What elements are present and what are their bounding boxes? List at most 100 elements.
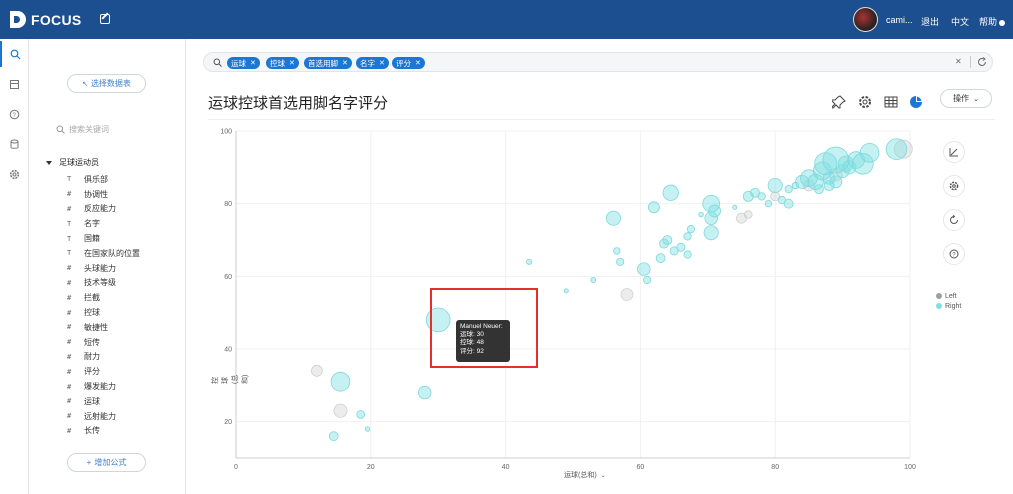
- data-point[interactable]: [683, 232, 692, 241]
- filter-chip[interactable]: 控球 ✕: [266, 57, 299, 69]
- app-logo[interactable]: FOCUS: [10, 11, 82, 28]
- data-point[interactable]: [418, 385, 432, 400]
- field-item[interactable]: # 拦截: [67, 290, 140, 305]
- filter-chip[interactable]: 评分 ✕: [392, 57, 425, 69]
- database-nav-button[interactable]: [0, 131, 29, 157]
- help-link[interactable]: 帮助: [979, 15, 1006, 28]
- filter-chip[interactable]: 名字 ✕: [356, 57, 389, 69]
- data-point[interactable]: [613, 247, 621, 255]
- data-point[interactable]: [757, 192, 766, 201]
- chip-remove-icon[interactable]: ✕: [379, 59, 385, 67]
- data-point[interactable]: [683, 250, 692, 259]
- data-point[interactable]: [814, 184, 824, 195]
- data-point[interactable]: [676, 242, 686, 252]
- field-item[interactable]: T 名字: [67, 216, 140, 231]
- pin-icon[interactable]: [832, 95, 846, 109]
- data-point[interactable]: [605, 210, 621, 226]
- data-point[interactable]: [647, 201, 660, 214]
- field-item[interactable]: # 短传: [67, 335, 140, 350]
- data-point[interactable]: [698, 211, 704, 218]
- data-point[interactable]: [703, 225, 719, 241]
- data-point[interactable]: [702, 194, 720, 213]
- field-item[interactable]: # 技术等级: [67, 276, 140, 291]
- data-point[interactable]: [620, 288, 634, 301]
- language-switch[interactable]: 中文: [951, 15, 969, 28]
- username[interactable]: cami...: [886, 15, 913, 25]
- y-axis-label[interactable]: 控球(总和): [210, 324, 249, 384]
- legend-item-right[interactable]: Right: [936, 301, 961, 311]
- gear-icon[interactable]: [858, 95, 872, 109]
- field-item[interactable]: # 运球: [67, 394, 140, 409]
- chart-settings-button[interactable]: [943, 175, 965, 197]
- data-point[interactable]: [616, 257, 625, 266]
- data-point[interactable]: [767, 178, 783, 194]
- data-point[interactable]: [637, 262, 651, 276]
- data-point[interactable]: [310, 364, 323, 377]
- select-table-button[interactable]: ↖ 选择数据表: [67, 74, 146, 93]
- table-icon[interactable]: [884, 95, 898, 109]
- data-point[interactable]: [590, 276, 597, 283]
- field-item[interactable]: # 爆发能力: [67, 379, 140, 394]
- field-item[interactable]: # 敏捷性: [67, 320, 140, 335]
- operate-dropdown[interactable]: 操作 ⌄: [940, 89, 992, 108]
- data-point[interactable]: [655, 253, 666, 264]
- table-tree-root[interactable]: 足球运动员: [46, 157, 99, 168]
- board-nav-button[interactable]: [0, 71, 29, 97]
- field-item[interactable]: # 远射能力: [67, 409, 140, 424]
- field-item[interactable]: # 长传: [67, 424, 140, 439]
- field-item[interactable]: T 在国家队的位置: [67, 246, 140, 261]
- data-point[interactable]: [732, 204, 738, 210]
- data-point[interactable]: [364, 426, 371, 432]
- data-point[interactable]: [356, 410, 365, 419]
- data-point[interactable]: [333, 403, 348, 418]
- field-item[interactable]: # 头球能力: [67, 261, 140, 276]
- data-point[interactable]: [764, 199, 773, 208]
- x-axis-label[interactable]: 运球(总和) ⌄: [564, 470, 606, 480]
- data-point[interactable]: [784, 185, 793, 194]
- search-bar[interactable]: 运球 ✕ 控球 ✕ 首选用脚 ✕ 名字 ✕ 评分 ✕ ✕: [203, 52, 993, 72]
- data-point[interactable]: [686, 225, 696, 234]
- field-item[interactable]: T 国籍: [67, 231, 140, 246]
- data-point[interactable]: [829, 175, 843, 189]
- field-search-input[interactable]: 搜索关键词: [56, 124, 109, 135]
- reset-button[interactable]: [943, 209, 965, 231]
- field-item[interactable]: T 俱乐部: [67, 172, 140, 187]
- field-item[interactable]: # 控球: [67, 305, 140, 320]
- edit-icon[interactable]: [100, 14, 110, 24]
- avatar[interactable]: [853, 7, 878, 32]
- data-point[interactable]: [330, 371, 351, 392]
- data-point[interactable]: [526, 258, 533, 265]
- chip-remove-icon[interactable]: ✕: [250, 59, 256, 67]
- add-formula-button[interactable]: + 增加公式: [67, 453, 146, 472]
- data-point[interactable]: [662, 184, 679, 201]
- pie-chart-icon[interactable]: [909, 95, 923, 109]
- data-point[interactable]: [662, 235, 673, 245]
- scatter-chart[interactable]: 0 20 40 60 80 100 20 40 60 80 100: [186, 124, 931, 484]
- field-item[interactable]: # 协调性: [67, 187, 140, 202]
- chip-remove-icon[interactable]: ✕: [342, 59, 348, 67]
- data-point[interactable]: [643, 275, 652, 285]
- data-point[interactable]: [328, 431, 339, 442]
- data-point[interactable]: [859, 142, 880, 163]
- filter-chip[interactable]: 运球 ✕: [227, 57, 260, 69]
- data-point[interactable]: [822, 146, 850, 174]
- chip-remove-icon[interactable]: ✕: [415, 59, 421, 67]
- data-point[interactable]: [563, 288, 569, 294]
- refresh-icon[interactable]: [977, 57, 987, 67]
- axis-tool-button[interactable]: [943, 141, 965, 163]
- data-point[interactable]: [885, 138, 908, 160]
- help-button[interactable]: ?: [943, 243, 965, 265]
- field-item[interactable]: # 评分: [67, 364, 140, 379]
- search-nav-button[interactable]: [0, 41, 29, 67]
- field-item[interactable]: # 耐力: [67, 350, 140, 365]
- question-nav-button[interactable]: ?: [0, 101, 29, 127]
- legend-item-left[interactable]: Left: [936, 291, 961, 301]
- chip-remove-icon[interactable]: ✕: [289, 59, 295, 67]
- data-point[interactable]: [783, 198, 794, 209]
- filter-chip[interactable]: 首选用脚 ✕: [304, 57, 352, 69]
- field-item[interactable]: # 反应能力: [67, 202, 140, 217]
- clear-search-icon[interactable]: ✕: [955, 57, 962, 66]
- data-point[interactable]: [743, 210, 753, 219]
- logout-link[interactable]: 退出: [921, 15, 939, 28]
- settings-nav-button[interactable]: [0, 161, 29, 187]
